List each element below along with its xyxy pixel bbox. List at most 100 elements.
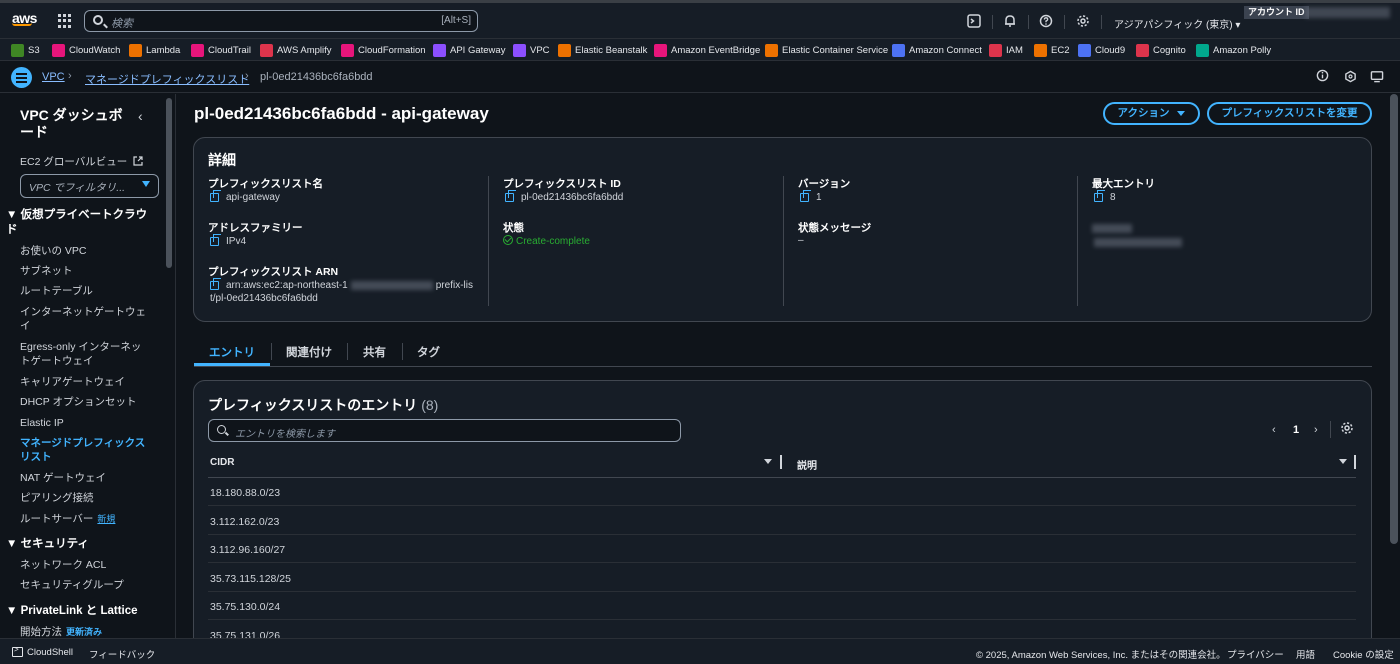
service-icon [989, 43, 1002, 57]
feedback-link[interactable]: フィードバック [89, 647, 155, 661]
favorite-ec2[interactable]: EC2 [1034, 43, 1069, 57]
sidebar-item-your-vpcs[interactable]: お使いの VPC [20, 244, 150, 258]
breadcrumb-managed-prefix-lists[interactable]: マネージドプレフィックスリスト [85, 71, 249, 87]
sidebar-section-security[interactable]: ▼ セキュリティ [6, 537, 156, 552]
favorite-cloudtrail[interactable]: CloudTrail [191, 43, 251, 57]
details-title: 詳細 [208, 152, 236, 168]
search-placeholder: 検索 [111, 18, 133, 30]
sidebar-item-nat-gateways[interactable]: NAT ゲートウェイ [20, 471, 150, 485]
sort-icon[interactable] [764, 459, 772, 464]
favorite-elastic-container-service[interactable]: Elastic Container Service [765, 43, 888, 57]
favorite-cloudformation[interactable]: CloudFormation [341, 43, 426, 57]
favorite-amazon-polly[interactable]: Amazon Polly [1196, 43, 1271, 57]
filter-placeholder: VPC でフィルタリ... [29, 182, 126, 194]
gear-icon[interactable] [1075, 14, 1091, 30]
sidebar-item-ec2-global-view[interactable]: EC2 グローバルビュー [20, 155, 150, 169]
side-menu-toggle-button[interactable] [11, 67, 32, 88]
sidebar-title[interactable]: VPC ダッシュボード [20, 107, 130, 141]
entries-search-input[interactable]: エントリを検索します [208, 419, 681, 442]
favorite-cognito[interactable]: Cognito [1136, 43, 1186, 57]
search-icon [93, 15, 103, 25]
previous-page-button[interactable]: ‹ [1272, 424, 1276, 436]
screen-icon[interactable] [1369, 70, 1385, 86]
sidebar-item-subnets[interactable]: サブネット [20, 264, 150, 278]
help-icon[interactable] [1038, 14, 1054, 30]
favorite-iam[interactable]: IAM [989, 43, 1023, 57]
sidebar-item-peering-connections[interactable]: ピアリング接続 [20, 491, 150, 505]
favorite-api-gateway[interactable]: API Gateway [433, 43, 505, 57]
tab-entries[interactable]: エントリ [209, 344, 255, 360]
region-selector[interactable]: アジアパシフィック (東京) ▾ [1114, 16, 1240, 31]
services-grid-icon[interactable] [58, 14, 72, 28]
sidebar-scrollbar[interactable] [166, 98, 172, 268]
sidebar-item-route-tables[interactable]: ルートテーブル [20, 284, 150, 298]
column-resizer[interactable] [1354, 455, 1356, 469]
sidebar-item-label: キャリアゲートウェイ [20, 376, 125, 388]
sort-icon[interactable] [1339, 459, 1347, 464]
copy-icon[interactable] [1094, 190, 1105, 202]
collapse-sidebar-icon[interactable]: ‹ [138, 108, 143, 124]
info-icon[interactable] [1314, 69, 1330, 85]
table-row: 35.73.115.128/25 [208, 564, 1356, 592]
favorite-cloud9[interactable]: Cloud9 [1078, 43, 1125, 57]
next-page-button[interactable]: › [1314, 424, 1318, 436]
favorite-aws-amplify[interactable]: AWS Amplify [260, 43, 332, 57]
column-resizer[interactable] [780, 455, 782, 469]
copy-icon[interactable] [800, 190, 811, 202]
cloudshell-icon[interactable] [966, 14, 982, 30]
sidebar-item-getting-started[interactable]: 開始方法 更新済み [20, 625, 150, 638]
actions-button[interactable]: アクション [1103, 102, 1200, 125]
aws-logo[interactable]: aws [12, 10, 37, 26]
sidebar-section-privatelink[interactable]: ▼ PrivateLink と Lattice [6, 604, 156, 619]
breadcrumb-vpc[interactable]: VPC [42, 71, 65, 83]
cloudshell-footer-button[interactable]: CloudShell [12, 645, 73, 658]
column-header-cidr[interactable]: CIDR [210, 457, 234, 468]
account-id-label[interactable]: アカウント ID [1244, 6, 1309, 19]
copyright-text: © 2025, Amazon Web Services, Inc. またはその関… [976, 650, 1226, 661]
page-number[interactable]: 1 [1293, 424, 1299, 436]
terms-link[interactable]: 用語 [1296, 647, 1315, 661]
copy-icon[interactable] [210, 190, 221, 202]
sidebar-item-egress-only-internet-gateways[interactable]: Egress-only インターネットゲートウェイ [20, 340, 150, 368]
copy-icon[interactable] [505, 190, 516, 202]
breadcrumb: VPC › マネージドプレフィックスリスト › pl-0ed21436bc6fa… [0, 62, 1400, 93]
copy-icon[interactable] [210, 278, 221, 290]
service-icon [1034, 43, 1047, 57]
favorite-vpc[interactable]: VPC [513, 43, 550, 57]
caret-down-icon [1177, 110, 1186, 116]
sidebar-item-dhcp-option-sets[interactable]: DHCP オプションセット [20, 395, 150, 409]
tab-sharing[interactable]: 共有 [363, 344, 386, 360]
service-icon [191, 43, 204, 57]
favorite-cloudwatch[interactable]: CloudWatch [52, 43, 120, 57]
sidebar-item-label: EC2 グローバルビュー [20, 156, 128, 168]
sidebar-item-network-acl[interactable]: ネットワーク ACL [20, 558, 150, 572]
cookie-settings-link[interactable]: Cookie の設定 [1333, 647, 1394, 661]
bell-icon[interactable] [1002, 14, 1018, 30]
favorite-label: IAM [1006, 44, 1023, 56]
global-search-input[interactable]: 検索 [Alt+S] [84, 10, 478, 32]
favorite-lambda[interactable]: Lambda [129, 43, 180, 57]
favorite-amazon-connect[interactable]: Amazon Connect [892, 43, 982, 57]
sidebar-item-security-groups[interactable]: セキュリティグループ [20, 578, 150, 592]
copy-icon[interactable] [210, 234, 221, 246]
sidebar-item-elastic-ip[interactable]: Elastic IP [20, 416, 150, 430]
main-scrollbar[interactable] [1390, 94, 1398, 544]
sidebar-item-managed-prefix-lists[interactable]: マネージドプレフィックスリスト [20, 436, 150, 464]
sidebar-section-vpc[interactable]: ▼ 仮想プライベートクラウド [6, 208, 156, 238]
favorite-s3[interactable]: S3 [11, 43, 40, 57]
column-header-description[interactable]: 説明 [797, 457, 817, 472]
privacy-link[interactable]: プライバシー [1227, 647, 1284, 661]
prefix-list-name-value: api-gateway [210, 190, 280, 203]
favorite-elastic-beanstalk[interactable]: Elastic Beanstalk [558, 43, 647, 57]
table-settings-icon[interactable] [1339, 421, 1355, 437]
favorite-amazon-eventbridge[interactable]: Amazon EventBridge [654, 43, 760, 57]
sidebar-item-internet-gateways[interactable]: インターネットゲートウェイ [20, 305, 150, 333]
sidebar-vpc-filter-select[interactable]: VPC でフィルタリ... [20, 174, 159, 198]
tab-tags[interactable]: タグ [417, 344, 440, 360]
tab-associations[interactable]: 関連付け [286, 344, 332, 360]
sidebar-item-carrier-gateways[interactable]: キャリアゲートウェイ [20, 375, 150, 389]
clock-icon[interactable] [1342, 70, 1358, 86]
prefix-list-id-label: プレフィックスリスト ID [503, 178, 621, 190]
modify-prefix-list-button[interactable]: プレフィックスリストを変更 [1207, 102, 1372, 125]
sidebar-item-route-servers[interactable]: ルートサーバー 新規 [20, 512, 150, 526]
